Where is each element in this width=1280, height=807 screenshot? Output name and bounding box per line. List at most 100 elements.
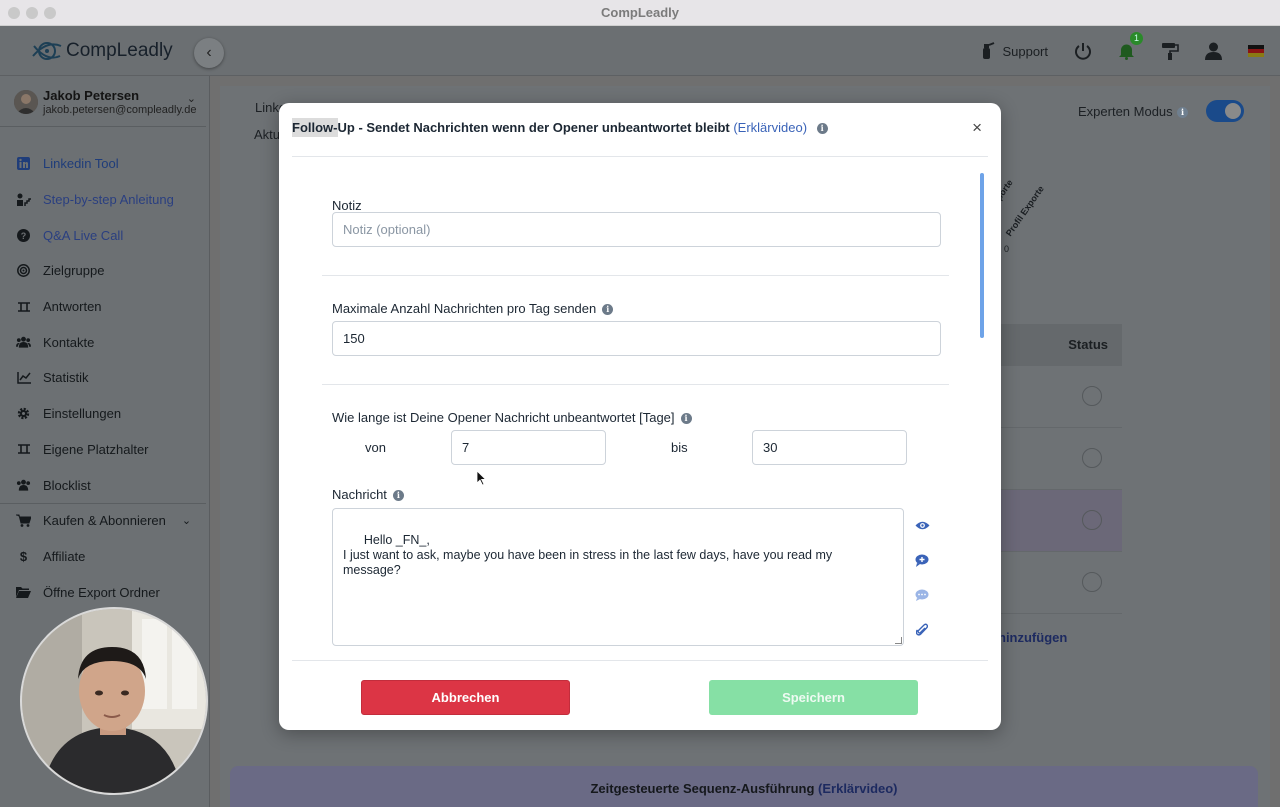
preview-button[interactable] bbox=[913, 516, 931, 534]
fire-extinguisher-icon bbox=[983, 42, 995, 59]
status-radio[interactable] bbox=[1082, 572, 1102, 592]
sidebar-item-antworten[interactable]: Antworten bbox=[0, 289, 210, 325]
power-button[interactable] bbox=[1074, 42, 1092, 60]
von-label: von bbox=[365, 440, 386, 455]
avatar bbox=[14, 90, 38, 114]
expert-mode-toggle[interactable] bbox=[1206, 100, 1244, 122]
minimize-window-button[interactable] bbox=[26, 7, 38, 19]
modal-header: Follow-Up - Sendet Nachrichten wenn der … bbox=[292, 103, 988, 157]
german-flag-icon bbox=[1248, 45, 1264, 57]
sidebar-item-label: Q&A Live Call bbox=[43, 227, 124, 243]
message-textarea[interactable]: Hello _FN_, I just want to ask, maybe yo… bbox=[332, 508, 904, 646]
modal-title: Follow-Up - Sendet Nachrichten wenn der … bbox=[292, 118, 828, 137]
table-header: Status bbox=[1000, 324, 1122, 366]
app-header: CompLeadly ‹ Support 1 bbox=[0, 26, 1280, 76]
window-title: CompLeadly bbox=[600, 5, 679, 20]
template-button[interactable] bbox=[913, 586, 931, 604]
sidebar-item-zielgruppe[interactable]: Zielgruppe bbox=[0, 253, 210, 289]
sidebar-item-export-ordner[interactable]: Öffne Export Ordner bbox=[0, 574, 210, 610]
status-radio[interactable] bbox=[1082, 510, 1102, 530]
message-text: Hello _FN_, I just want to ask, maybe yo… bbox=[343, 533, 833, 577]
sidebar-item-step-by-step[interactable]: Step-by-step Anleitung bbox=[0, 182, 210, 218]
max-messages-input[interactable]: 150 bbox=[332, 321, 941, 356]
chart-icon bbox=[16, 370, 31, 385]
sidebar-item-statistik[interactable]: Statistik bbox=[0, 360, 210, 396]
sidebar-item-label: Affiliate bbox=[43, 548, 86, 564]
paint-roller-icon bbox=[1162, 43, 1179, 60]
sidebar-nav: Linkedin Tool Step-by-step Anleitung ? Q… bbox=[0, 146, 210, 610]
support-label: Support bbox=[1002, 43, 1048, 59]
notifications-button[interactable]: 1 bbox=[1118, 32, 1143, 60]
power-icon bbox=[1075, 43, 1091, 60]
sequence-bar: Zeitgesteuerte Sequenz-Ausführung (Erklä… bbox=[230, 766, 1258, 807]
user-email: jakob.petersen@compleadly.de bbox=[43, 104, 197, 116]
collapse-sidebar-button[interactable]: ‹ bbox=[194, 38, 224, 68]
insert-placeholder-button[interactable] bbox=[913, 551, 931, 569]
resize-handle[interactable] bbox=[895, 637, 902, 644]
modal-title-highlight: Follow- bbox=[292, 118, 338, 137]
info-icon[interactable]: i bbox=[680, 413, 692, 424]
sidebar-item-affiliate[interactable]: $ Affiliate bbox=[0, 539, 210, 575]
sidebar-item-qa-live-call[interactable]: ? Q&A Live Call bbox=[0, 217, 210, 253]
divider bbox=[322, 384, 949, 385]
language-button[interactable] bbox=[1248, 45, 1264, 57]
sidebar-item-kaufen-abonnieren[interactable]: Kaufen & Abonnieren ⌄ bbox=[0, 503, 210, 539]
add-link[interactable]: hinzufügen bbox=[998, 630, 1067, 645]
notiz-input[interactable]: Notiz (optional) bbox=[332, 212, 941, 247]
logo-text: CompLeadly bbox=[66, 40, 173, 61]
sidebar-item-kontakte[interactable]: Kontakte bbox=[0, 324, 210, 360]
profile-button[interactable] bbox=[1205, 42, 1222, 60]
table-row bbox=[1000, 366, 1122, 428]
sidebar-item-blocklist[interactable]: Blocklist bbox=[0, 467, 210, 503]
close-icon[interactable]: × bbox=[972, 118, 982, 138]
logo[interactable]: CompLeadly bbox=[30, 36, 173, 66]
close-window-button[interactable] bbox=[8, 7, 20, 19]
sidebar-item-label: Kontakte bbox=[43, 334, 95, 350]
cart-icon bbox=[16, 513, 31, 528]
steps-icon bbox=[16, 192, 31, 207]
linkedin-icon bbox=[16, 156, 31, 171]
info-icon[interactable]: i bbox=[816, 123, 828, 134]
modal-title-text: Up - Sendet Nachrichten wenn der Opener … bbox=[337, 120, 730, 135]
chart-zero-label: 0 bbox=[1004, 244, 1010, 254]
max-messages-label: Maximale Anzahl Nachrichten pro Tag send… bbox=[332, 301, 614, 316]
attachment-button[interactable] bbox=[913, 621, 931, 639]
sidebar-item-einstellungen[interactable]: Einstellungen bbox=[0, 396, 210, 432]
question-icon: ? bbox=[16, 228, 31, 243]
status-radio[interactable] bbox=[1082, 386, 1102, 406]
user-menu[interactable]: Jakob Petersen jakob.petersen@compleadly… bbox=[14, 88, 204, 128]
info-icon[interactable]: i bbox=[602, 304, 614, 315]
webcam-overlay bbox=[22, 609, 206, 793]
tab-aktuell-partial[interactable]: Aktu bbox=[254, 127, 280, 142]
explainer-video-link[interactable]: (Erklärvideo) bbox=[733, 120, 807, 135]
maximize-window-button[interactable] bbox=[44, 7, 56, 19]
save-button[interactable]: Speichern bbox=[709, 680, 918, 715]
modal-scrollbar[interactable] bbox=[980, 173, 984, 338]
notification-badge: 1 bbox=[1130, 32, 1143, 45]
status-radio[interactable] bbox=[1082, 448, 1102, 468]
bell-icon bbox=[1119, 44, 1134, 60]
logo-icon bbox=[32, 42, 62, 60]
window-titlebar: CompLeadly bbox=[0, 0, 1280, 26]
modal-footer: Abbrechen Speichern bbox=[292, 660, 988, 730]
support-button[interactable]: Support bbox=[978, 42, 1048, 60]
sequence-bar-text: Zeitgesteuerte Sequenz-Ausführung bbox=[590, 781, 815, 796]
table-row bbox=[1000, 552, 1122, 614]
von-input[interactable]: 7 bbox=[451, 430, 606, 465]
placeholder-icon bbox=[16, 442, 31, 457]
sidebar-item-eigene-platzhalter[interactable]: Eigene Platzhalter bbox=[0, 432, 210, 468]
cancel-button[interactable]: Abbrechen bbox=[361, 680, 570, 715]
bis-input[interactable]: 30 bbox=[752, 430, 907, 465]
follow-up-modal: Follow-Up - Sendet Nachrichten wenn der … bbox=[279, 103, 1001, 730]
sidebar-item-linkedin-tool[interactable]: Linkedin Tool bbox=[0, 146, 210, 182]
theme-button[interactable] bbox=[1161, 42, 1179, 60]
sidebar-item-label: Öffne Export Ordner bbox=[43, 584, 160, 600]
webcam-image bbox=[22, 609, 206, 793]
chevron-left-icon: ‹ bbox=[206, 44, 212, 61]
svg-text:?: ? bbox=[21, 231, 27, 241]
sidebar-item-label: Eigene Platzhalter bbox=[43, 441, 149, 457]
sequence-video-link[interactable]: (Erklärvideo) bbox=[818, 781, 897, 796]
days-label: Wie lange ist Deine Opener Nachricht unb… bbox=[332, 410, 692, 425]
info-icon[interactable]: i bbox=[392, 490, 404, 501]
info-icon[interactable]: i bbox=[1177, 107, 1188, 118]
